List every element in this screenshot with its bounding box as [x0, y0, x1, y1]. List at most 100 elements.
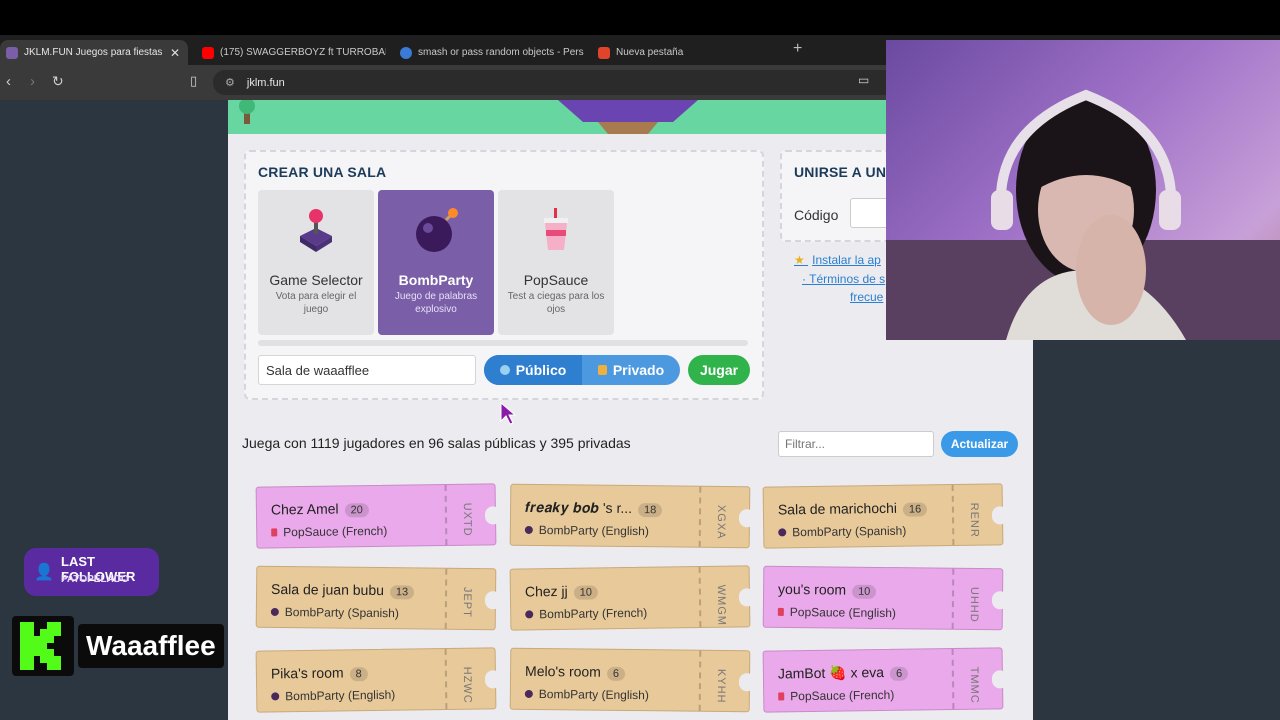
- tab-title: (175) SWAGGERBOYZ ft TURROBABY: [220, 47, 386, 58]
- room-ticket[interactable]: you's room 10 PopSauce (English) UHHD: [762, 565, 1009, 631]
- ticket-notch: [484, 506, 502, 525]
- forward-icon[interactable]: ›: [30, 73, 35, 90]
- youtube-favicon-icon: [202, 46, 214, 59]
- filter-input[interactable]: [778, 431, 934, 457]
- room-game: BombParty (English): [524, 523, 649, 539]
- close-tab-icon[interactable]: ✕: [170, 46, 180, 60]
- game-card-popsauce[interactable]: PopSauce Test a ciegas para los ojos: [498, 190, 614, 335]
- room-ticket[interactable]: Pika's room 8 BombParty (English) HZWC: [255, 647, 502, 713]
- bomb-icon: [525, 610, 534, 619]
- room-ticket[interactable]: Melo's room 6 BombParty (English) KYHH: [509, 647, 756, 713]
- visibility-toggle[interactable]: Público Privado: [484, 355, 680, 385]
- url-text: jklm.fun: [246, 76, 285, 89]
- divider-bar: [258, 340, 748, 346]
- ticket-notch: [484, 591, 502, 610]
- bomb-icon: [778, 528, 787, 537]
- tab-perplexity[interactable]: smash or pass random objects - Pers: [394, 40, 584, 65]
- code-label: Código: [794, 207, 839, 223]
- room-ticket[interactable]: Sala de marichochi 16 BombParty (Spanish) R…: [762, 483, 1009, 549]
- room-name: Pika's room 8: [271, 664, 368, 682]
- star-icon: ★: [794, 253, 805, 267]
- room-title: Chez Amel: [270, 500, 339, 518]
- new-tab-button[interactable]: +: [793, 40, 802, 58]
- terms-link[interactable]: · Términos de s: [802, 272, 885, 286]
- kick-logo-icon: [12, 616, 74, 676]
- create-room-panel: CREAR UNA SALA Game Selector Vota para e…: [244, 150, 764, 400]
- game-card-game-selector[interactable]: Game Selector Vota para elegir el juego: [258, 190, 374, 335]
- room-name: you's room 10: [778, 580, 877, 599]
- reload-icon[interactable]: ↻: [52, 73, 64, 90]
- bomb-icon: [524, 525, 533, 534]
- play-button[interactable]: Jugar: [688, 355, 750, 385]
- tab-jklm[interactable]: JKLM.FUN Juegos para fiestas en ✕: [0, 40, 188, 65]
- room-game-label: BombParty (Spanish): [284, 605, 399, 621]
- room-ticket[interactable]: Chez Amel 20 PopSauce (French) UXTD: [255, 483, 502, 549]
- room-ticket[interactable]: Sala de juan bubu 13 BombParty (Spanish) JE…: [255, 565, 502, 631]
- player-count-badge: 13: [389, 585, 415, 600]
- room-game-label: BombParty (English): [538, 523, 649, 539]
- ticket-notch: [991, 591, 1009, 610]
- room-title: JamBot 🍓 x eva: [777, 663, 885, 682]
- webcam-feed-image: [886, 89, 1280, 340]
- room-name: Sala de marichochi 16: [778, 499, 928, 518]
- address-bar[interactable]: ⚙ jklm.fun: [213, 70, 933, 95]
- room-title: 𝒇𝒓𝒆𝒂𝒌𝒚 𝒃𝒐𝒃 's r...: [525, 498, 633, 517]
- private-option[interactable]: Privado: [582, 355, 680, 385]
- public-option[interactable]: Público: [484, 355, 582, 385]
- bomb-icon: [416, 208, 458, 252]
- game-description: Juego de palabras explosivo: [394, 291, 478, 315]
- room-ticket[interactable]: JamBot 🍓 x eva 6 PopSauce (French) TMMC: [762, 647, 1009, 713]
- room-code: TMMC: [967, 666, 981, 704]
- search-favicon-icon: [400, 46, 412, 59]
- install-app-link[interactable]: ★ Instalar la ap: [794, 253, 881, 267]
- room-name-input[interactable]: [258, 355, 476, 385]
- room-game: BombParty (English): [524, 687, 649, 702]
- refresh-button[interactable]: Actualizar: [941, 431, 1018, 457]
- joystick-icon: [300, 209, 332, 252]
- room-code: KYHH: [714, 668, 728, 704]
- room-title: Sala de marichochi: [777, 499, 898, 518]
- ticket-notch: [738, 588, 756, 607]
- room-name: JamBot 🍓 x eva 6: [777, 663, 909, 683]
- room-game: BombParty (French): [525, 606, 647, 622]
- room-game-label: BombParty (Spanish): [792, 523, 907, 540]
- room-game: BombParty (Spanish): [778, 524, 906, 540]
- room-ticket[interactable]: Chez jj 10 BombParty (French) WMGM: [509, 565, 756, 631]
- room-title: you's room: [778, 580, 847, 598]
- tab-title: JKLM.FUN Juegos para fiestas en: [24, 47, 162, 58]
- tab-youtube[interactable]: (175) SWAGGERBOYZ ft TURROBABY: [196, 40, 386, 65]
- player-count-badge: 10: [852, 584, 877, 599]
- mouse-cursor-icon: [500, 402, 516, 425]
- room-game-label: PopSauce (French): [283, 523, 388, 540]
- cup-icon: [777, 607, 784, 616]
- webcam-overlay: [886, 40, 1280, 340]
- globe-icon: [499, 365, 510, 375]
- room-game-label: BombParty (French): [539, 605, 648, 622]
- bookmark-icon[interactable]: ▯: [190, 73, 197, 89]
- faq-link[interactable]: frecue: [850, 290, 883, 304]
- game-card-bombparty[interactable]: BombParty Juego de palabras explosivo: [378, 190, 494, 335]
- room-ticket[interactable]: 𝒇𝒓𝒆𝒂𝒌𝒚 𝒃𝒐𝒃 's r... 18 BombParty (English) X…: [509, 483, 756, 549]
- room-code: WMGM: [714, 584, 728, 627]
- player-count-badge: 8: [349, 667, 368, 682]
- site-info-icon[interactable]: ⚙: [225, 76, 235, 89]
- tab-new[interactable]: Nueva pestaña: [592, 40, 782, 65]
- back-icon[interactable]: ‹: [6, 73, 11, 90]
- player-count-badge: 18: [637, 503, 663, 518]
- ticket-notch: [738, 509, 756, 528]
- room-game: BombParty (English): [271, 688, 395, 704]
- room-title: Chez jj: [524, 582, 568, 600]
- room-name: Melo's room 6: [525, 662, 626, 681]
- room-title: Melo's room: [525, 662, 601, 680]
- cup-icon: [271, 528, 278, 537]
- jklm-favicon-icon: [6, 46, 18, 59]
- cast-icon[interactable]: ▭: [858, 73, 869, 87]
- room-code: XGXA: [714, 504, 728, 540]
- ticket-notch: [484, 670, 502, 689]
- follower-name: PATOPELADO: [61, 574, 129, 585]
- room-code: UHHD: [967, 586, 981, 623]
- game-description: Test a ciegas para los ojos: [507, 291, 605, 315]
- lock-icon: [597, 365, 607, 375]
- public-label: Público: [515, 362, 567, 378]
- game-description: Vota para elegir el juego: [275, 291, 357, 315]
